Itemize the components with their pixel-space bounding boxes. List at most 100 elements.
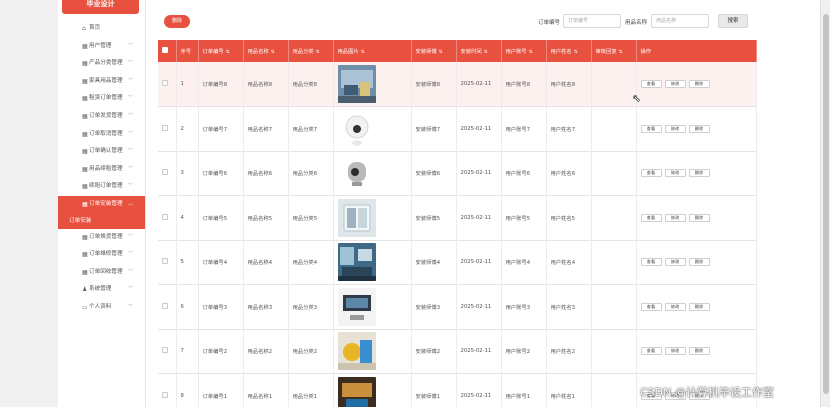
- cell-reply: [591, 373, 637, 407]
- sidebar-item-install[interactable]: ▦ 订单安装管理 ︿: [58, 195, 145, 214]
- scrollbar[interactable]: [820, 0, 830, 407]
- grid-icon: ▦: [82, 165, 88, 173]
- row-select-cell[interactable]: [158, 240, 177, 285]
- row-checkbox[interactable]: [162, 302, 168, 309]
- row-select-cell[interactable]: [158, 329, 177, 374]
- order-no-input[interactable]: 订单编号: [563, 14, 621, 28]
- view-button[interactable]: 查看: [640, 347, 662, 356]
- table-row[interactable]: 6 订单编号3 用品名称3 用品分类3 安装师傅3 2025-02-11 用户账号3 用户姓名…: [158, 284, 757, 329]
- row-checkbox[interactable]: [162, 80, 168, 86]
- sidebar-item-shipping[interactable]: ▦ 订单发货管理 ﹀: [58, 108, 145, 126]
- sidebar-item-confirm[interactable]: ▦ 订单确认管理 ﹀: [58, 143, 145, 161]
- product-image: [337, 376, 411, 407]
- delete-row-button[interactable]: 删除: [688, 124, 710, 133]
- row-checkbox[interactable]: [162, 391, 168, 398]
- sort-icon[interactable]: ⇅: [316, 50, 320, 55]
- delete-button[interactable]: 删除: [164, 15, 190, 28]
- col-header[interactable]: 审核回复 ⇅: [591, 40, 637, 62]
- product-name-input[interactable]: 用品名称: [651, 14, 709, 28]
- sidebar-item-rental-orders[interactable]: ▦ 租赁订单管理 ﹀: [58, 90, 145, 108]
- sidebar-item-cancel[interactable]: ▦ 订单取消管理 ﹀: [58, 126, 145, 144]
- row-select-cell[interactable]: [158, 373, 177, 407]
- sidebar-item-renewal-orders[interactable]: ▦ 续租订单管理 ﹀: [58, 178, 145, 196]
- col-header[interactable]: 用品图片 ⇅: [333, 40, 412, 62]
- view-button[interactable]: 查看: [640, 80, 662, 88]
- view-button[interactable]: 查看: [640, 213, 662, 222]
- row-checkbox[interactable]: [162, 213, 168, 220]
- row-checkbox[interactable]: [162, 169, 168, 176]
- col-header[interactable]: 安装师傅 ⇅: [411, 40, 457, 62]
- col-header[interactable]: 安装时间 ⇅: [456, 40, 502, 62]
- sidebar-item-recycle[interactable]: ▦ 订单回收管理 ﹀: [58, 264, 145, 282]
- view-button[interactable]: 查看: [640, 124, 662, 133]
- row-checkbox[interactable]: [162, 124, 168, 131]
- sidebar-item-users[interactable]: ▦ 用户管理 ﹀: [58, 38, 145, 56]
- row-select-cell[interactable]: [158, 106, 177, 151]
- table-row[interactable]: 7 订单编号2 用品名称2 用品分类2 安装师傅2 2025-02-11 用户账号2 用户姓名…: [158, 329, 757, 374]
- view-button[interactable]: 查看: [640, 258, 662, 267]
- edit-button[interactable]: 修改: [664, 347, 686, 356]
- col-header[interactable]: 订单编号 ⇅: [198, 40, 244, 62]
- scroll-thumb[interactable]: [823, 14, 829, 394]
- delete-row-button[interactable]: 删除: [688, 347, 710, 356]
- data-table: 序号 订单编号 ⇅ 用品名称 ⇅ 用品分类 ⇅ 用品图片 ⇅ 安装师傅 ⇅ 安装时间 ⇅ 用…: [158, 40, 757, 407]
- sort-icon[interactable]: ⇅: [574, 50, 578, 55]
- sort-icon[interactable]: ⇅: [361, 50, 365, 55]
- sidebar-item-renewal[interactable]: ▦ 用品续租管理 ﹀: [58, 161, 145, 179]
- sidebar-item-profile[interactable]: ▭ 个人资料 ﹀: [58, 299, 145, 317]
- table-row[interactable]: 3 订单编号6 用品名称6 用品分类6 安装师傅6 2025-02-11 用户账号6 用户姓名…: [158, 151, 757, 196]
- row-checkbox[interactable]: [162, 347, 168, 354]
- table-header: 序号 订单编号 ⇅ 用品名称 ⇅ 用品分类 ⇅ 用品图片 ⇅ 安装师傅 ⇅ 安装时间 ⇅ 用…: [158, 40, 757, 62]
- select-all-checkbox[interactable]: [162, 47, 168, 53]
- sidebar-item-furniture[interactable]: ▦ 家具用品管理 ﹀: [58, 73, 145, 91]
- edit-button[interactable]: 修改: [664, 124, 686, 133]
- col-header[interactable]: 用户姓名 ⇅: [546, 40, 592, 62]
- sort-icon[interactable]: ⇅: [484, 50, 488, 55]
- row-select-cell[interactable]: [158, 284, 177, 329]
- delete-row-button[interactable]: 删除: [688, 80, 710, 88]
- col-header-label: 用户账号: [505, 49, 527, 55]
- grid-icon: ▦: [82, 112, 88, 120]
- col-header[interactable]: 用品分类 ⇅: [288, 40, 334, 62]
- cell-account: 用户账号6: [501, 151, 547, 196]
- edit-button[interactable]: 修改: [664, 302, 686, 311]
- delete-row-button[interactable]: 删除: [688, 213, 710, 222]
- delete-row-button[interactable]: 删除: [688, 302, 710, 311]
- sidebar-item-label: 家具用品管理: [89, 77, 123, 84]
- sidebar-item-product-category[interactable]: ▦ 产品分类管理 ﹀: [58, 55, 145, 73]
- edit-button[interactable]: 修改: [664, 258, 686, 267]
- table-row[interactable]: 5 订单编号4 用品名称4 用品分类4 安装师傅4 2025-02-11 用户账号4 用户姓名…: [158, 240, 757, 285]
- sort-icon[interactable]: ⇅: [529, 50, 533, 55]
- col-header[interactable]: 用户账号 ⇅: [501, 40, 547, 62]
- delete-row-button[interactable]: 删除: [688, 169, 710, 178]
- cell-order-no: 订单编号3: [198, 284, 244, 329]
- product-image: [337, 198, 411, 237]
- sort-icon[interactable]: ⇅: [619, 50, 623, 55]
- row-checkbox[interactable]: [162, 258, 168, 265]
- sort-icon[interactable]: ⇅: [271, 50, 275, 55]
- sidebar-item-exchange[interactable]: ▦ 订单换货管理 ﹀: [58, 229, 145, 247]
- row-select-cell[interactable]: [158, 151, 177, 196]
- row-select-cell[interactable]: [158, 195, 177, 240]
- delete-row-button[interactable]: 删除: [688, 258, 710, 267]
- view-button[interactable]: 查看: [640, 302, 662, 311]
- sidebar-item-home[interactable]: ⌂ 首页: [58, 20, 145, 38]
- sort-icon[interactable]: ⇅: [439, 50, 443, 55]
- table-row[interactable]: 4 订单编号5 用品名称5 用品分类5 安装师傅5 2025-02-11 用户账号5 用户姓名…: [158, 195, 757, 240]
- view-button[interactable]: 查看: [640, 169, 662, 178]
- edit-button[interactable]: 修改: [664, 213, 686, 222]
- cell-index: 1: [176, 62, 199, 107]
- sidebar-item-system[interactable]: ♟ 系统管理 ﹀: [58, 281, 145, 299]
- select-all-cell[interactable]: [158, 40, 177, 62]
- sidebar-subitem-install[interactable]: 订单安装: [58, 213, 145, 229]
- table-row[interactable]: 1 订单编号8 用品名称8 用品分类8 安装师傅8 2025-02-11 用户账号8 用户姓名…: [158, 62, 757, 107]
- edit-button[interactable]: 修改: [664, 169, 686, 178]
- cell-category: 用品分类3: [288, 284, 334, 329]
- sort-icon[interactable]: ⇅: [226, 50, 230, 55]
- col-header[interactable]: 用品名称 ⇅: [243, 40, 289, 62]
- row-select-cell[interactable]: [158, 62, 177, 107]
- edit-button[interactable]: 修改: [664, 80, 686, 88]
- table-row[interactable]: 2 订单编号7 用品名称7 用品分类7 安装师傅7 2025-02-11 用户账号7 用户姓名…: [158, 106, 757, 151]
- sidebar-item-repair[interactable]: ▦ 订单维修管理 ﹀: [58, 246, 145, 264]
- search-button[interactable]: 搜索: [718, 14, 748, 28]
